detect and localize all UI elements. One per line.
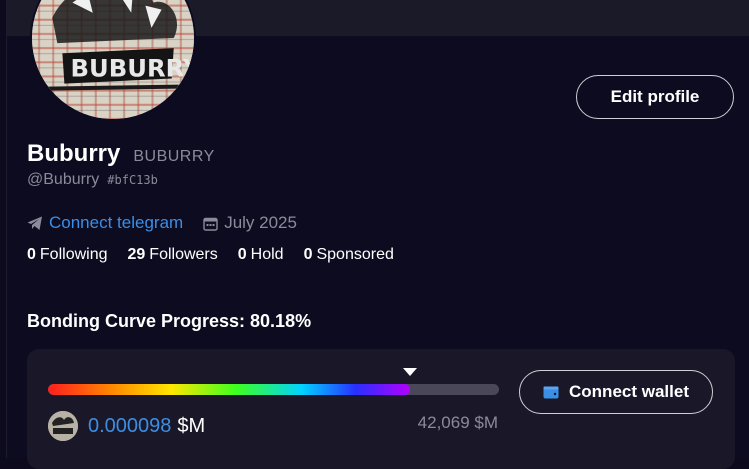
stat-followers[interactable]: 29 Followers [128, 246, 218, 264]
handle-row: @Buburry #bfC13b [27, 171, 158, 189]
connect-wallet-button[interactable]: Connect wallet [519, 370, 713, 414]
token-avatar-image [48, 411, 78, 441]
progress-marker [402, 368, 417, 376]
stat-label: Followers [149, 246, 218, 263]
stat-label: Sponsored [316, 246, 394, 263]
joined-date-label: July 2025 [224, 213, 297, 232]
stat-count: 0 [303, 246, 313, 263]
stat-hold[interactable]: 0 Hold [238, 246, 284, 264]
stat-count: 0 [237, 246, 247, 263]
calendar-icon [203, 217, 218, 231]
market-cap-unit: $M [177, 415, 206, 437]
joined-date: July 2025 [203, 213, 297, 233]
profile-stats: 0 Following 29 Followers 0 Hold 0 Sponso… [27, 246, 394, 264]
stat-count: 29 [127, 246, 146, 263]
bonding-curve-title: Bonding Curve Progress: 80.18% [27, 311, 312, 331]
bonding-progress-fill [48, 384, 410, 395]
display-name: Buburry [27, 140, 121, 167]
token-ticker: BUBURRY [133, 148, 215, 165]
svg-text:BUBURRY: BUBURRY [70, 53, 194, 82]
name-row: Buburry BUBURRY [27, 140, 215, 168]
stat-sponsored[interactable]: 0 Sponsored [304, 246, 394, 264]
market-cap: 0.000098 $M [88, 415, 205, 438]
stat-following[interactable]: 0 Following [27, 246, 108, 264]
market-cap-value: 0.000098 [88, 415, 172, 437]
edit-profile-button[interactable]: Edit profile [576, 75, 734, 119]
connect-wallet-label: Connect wallet [569, 382, 689, 401]
stat-count: 0 [27, 246, 36, 263]
token-avatar-small [48, 411, 78, 441]
stat-label: Hold [250, 246, 284, 263]
bonding-progress-bar [48, 384, 499, 395]
user-handle: @Buburry [27, 171, 100, 188]
bonding-curve-card: 0.000098 $M 42,069 $M Connect wallet [27, 349, 735, 469]
stat-label: Following [39, 246, 108, 263]
wallet-icon [543, 386, 559, 399]
telegram-icon [27, 216, 42, 230]
short-id: #bfC13b [107, 173, 158, 187]
profile-meta: Connect telegram July 2025 [27, 213, 297, 233]
connect-telegram-label: Connect telegram [49, 213, 184, 232]
market-cap-target: 42,069 $M [417, 413, 498, 432]
connect-telegram-link[interactable]: Connect telegram [27, 213, 183, 233]
